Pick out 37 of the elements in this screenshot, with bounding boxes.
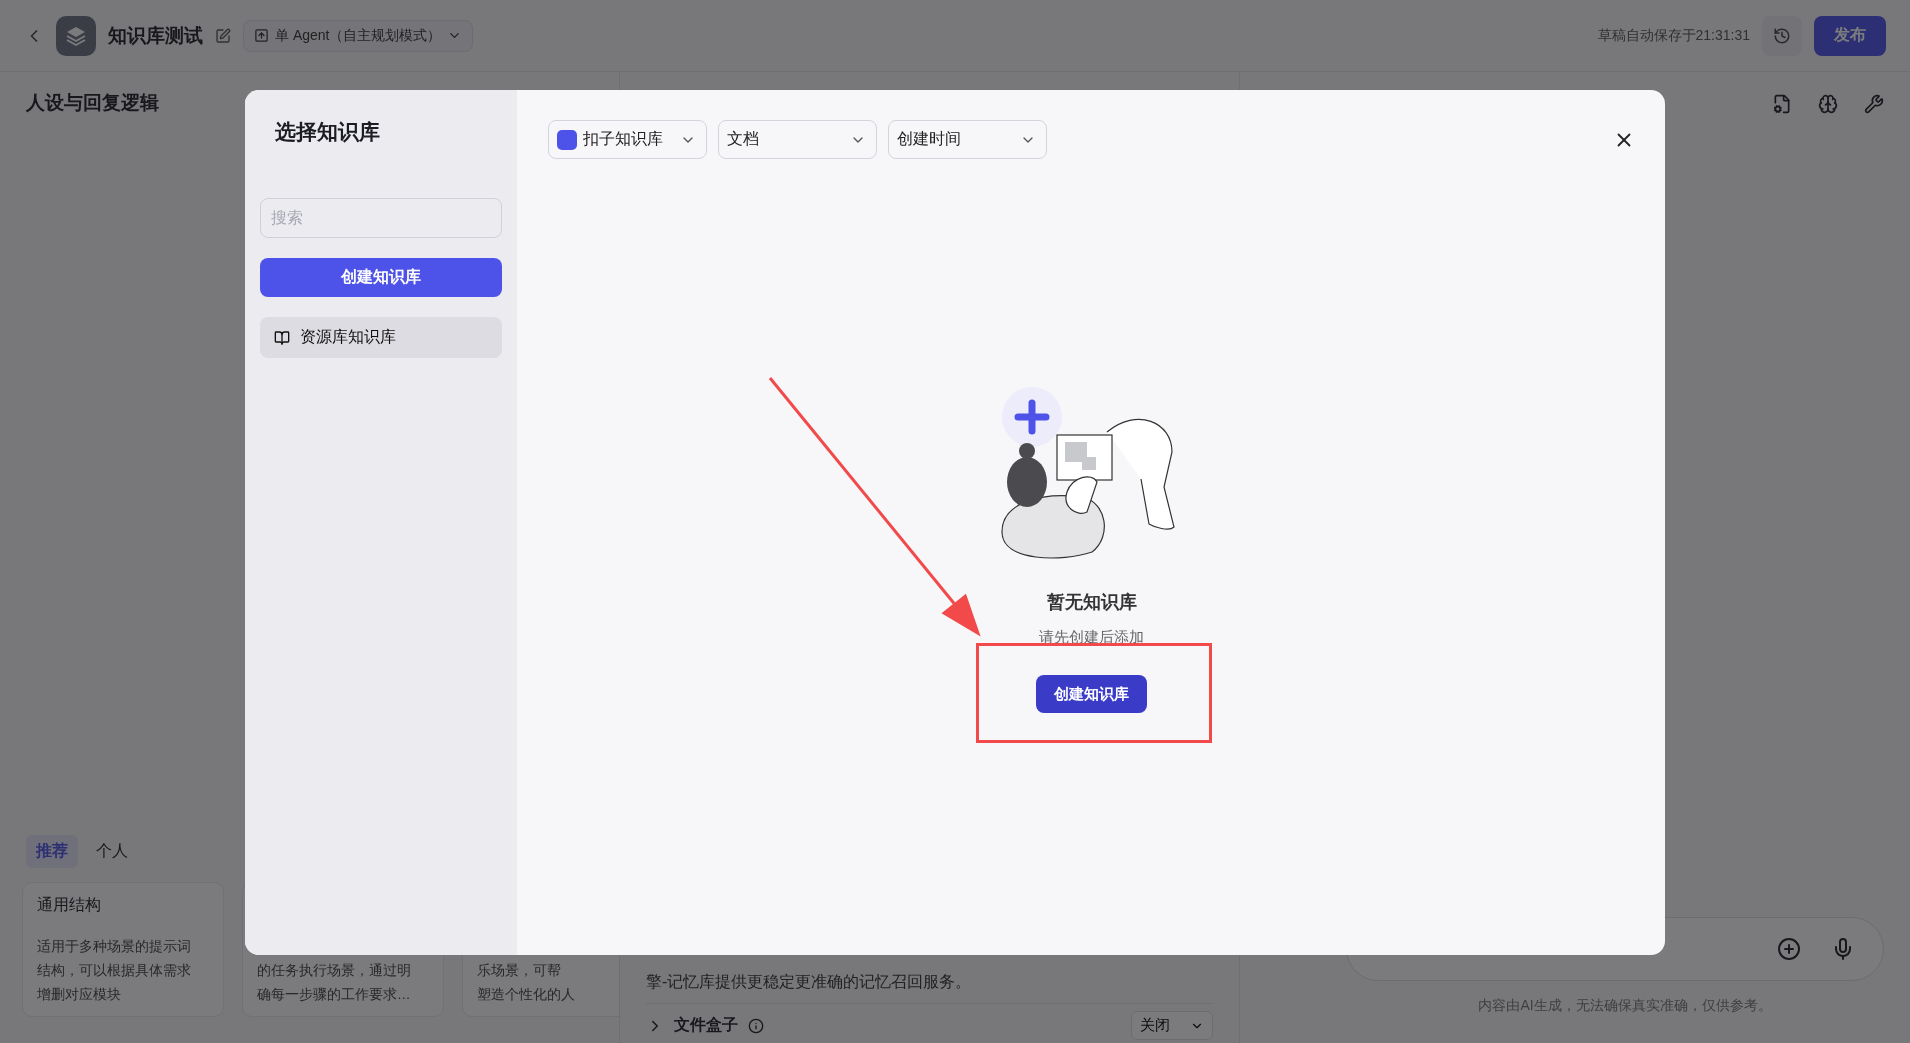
template-tab[interactable]: 个人 <box>86 835 138 868</box>
nav-item[interactable]: 资源库知识库 <box>260 317 502 358</box>
card-description: 适用于多种场景的提示词 <box>37 938 192 956</box>
memory-note: 擎-记忆库提供更稳定更准确的记忆召回服务。 <box>646 972 973 992</box>
history-icon <box>1773 26 1791 45</box>
prompt-settings-icon[interactable] <box>1772 94 1792 114</box>
dialog-title: 选择知识库 <box>275 119 381 145</box>
filter-dropdown[interactable]: 文档 <box>718 120 877 159</box>
panel-title: 人设与回复逻辑 <box>26 91 160 115</box>
section-title: 文件盒子 <box>674 1015 738 1035</box>
edit-icon[interactable] <box>215 27 231 44</box>
template-card[interactable]: 通用结构 适用于多种场景的提示词 结构，可以根据具体需求 增删对应模块 <box>22 882 224 1017</box>
agent-icon <box>254 28 269 43</box>
create-button[interactable]: 创建知识库 <box>260 258 502 297</box>
empty-title: 暂无知识库 <box>1046 591 1137 614</box>
card-title: 通用结构 <box>37 895 102 915</box>
card-description: 确每一步骤的工作要求… <box>257 986 412 1004</box>
mode-dropdown[interactable]: 单 Agent（自主规划模式） <box>243 19 474 52</box>
search-field[interactable]: 搜索 <box>260 198 502 238</box>
history-button[interactable] <box>1762 15 1802 56</box>
add-icon <box>1777 937 1801 961</box>
card-description: 增删对应模块 <box>37 986 122 1004</box>
filter-dropdown[interactable]: 创建时间 <box>888 120 1047 159</box>
filter-dropdown[interactable]: 扣子知识库 <box>548 120 707 159</box>
book-icon <box>274 329 290 346</box>
card-description: 的任务执行场景，通过明 <box>257 962 412 980</box>
card-description: 结构，可以根据具体需求 <box>37 962 192 980</box>
autosave-text: 草稿自动保存于21:31:31 <box>1597 26 1750 45</box>
status-dropdown[interactable]: 关闭 <box>1131 1011 1213 1040</box>
create-button[interactable]: 创建知识库 <box>1036 675 1147 713</box>
app-title: 知识库测试 <box>108 23 203 48</box>
wrench-icon[interactable] <box>1864 94 1884 114</box>
card-description: 乐场景，可帮 <box>477 962 562 980</box>
brain-icon[interactable] <box>1818 94 1838 114</box>
info-icon <box>748 1017 764 1034</box>
card-description: 塑造个性化的人 <box>477 986 576 1004</box>
app-logo-icon <box>56 15 96 56</box>
